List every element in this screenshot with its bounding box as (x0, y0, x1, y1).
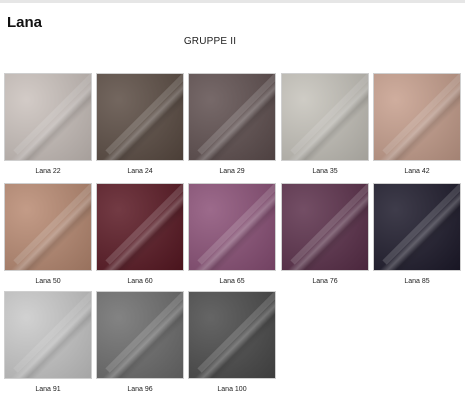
swatch-label: Lana 65 (219, 278, 245, 285)
swatch-lana-76[interactable] (281, 183, 369, 271)
swatch-lana-42[interactable] (373, 73, 461, 161)
swatch-label: Lana 50 (35, 278, 61, 285)
top-border (0, 0, 465, 3)
swatch-label: Lana 100 (217, 386, 247, 393)
group-heading: GRUPPE II (183, 36, 237, 47)
swatch-lana-85[interactable] (373, 183, 461, 271)
swatch-label: Lana 29 (219, 168, 245, 175)
page-title: Lana (7, 14, 43, 31)
swatch-label: Lana 85 (404, 278, 430, 285)
swatch-lana-96[interactable] (96, 291, 184, 379)
swatch-label: Lana 24 (127, 168, 153, 175)
swatch-label: Lana 22 (35, 168, 61, 175)
swatch-lana-35[interactable] (281, 73, 369, 161)
swatch-lana-50[interactable] (4, 183, 92, 271)
swatch-label: Lana 60 (127, 278, 153, 285)
swatch-label: Lana 42 (404, 168, 430, 175)
swatch-lana-22[interactable] (4, 73, 92, 161)
swatch-lana-24[interactable] (96, 73, 184, 161)
swatch-lana-29[interactable] (188, 73, 276, 161)
swatch-label: Lana 35 (312, 168, 338, 175)
swatch-lana-91[interactable] (4, 291, 92, 379)
swatch-lana-60[interactable] (96, 183, 184, 271)
swatch-label: Lana 91 (35, 386, 61, 393)
swatch-lana-100[interactable] (188, 291, 276, 379)
swatch-label: Lana 96 (127, 386, 153, 393)
swatch-label: Lana 76 (312, 278, 338, 285)
swatch-lana-65[interactable] (188, 183, 276, 271)
